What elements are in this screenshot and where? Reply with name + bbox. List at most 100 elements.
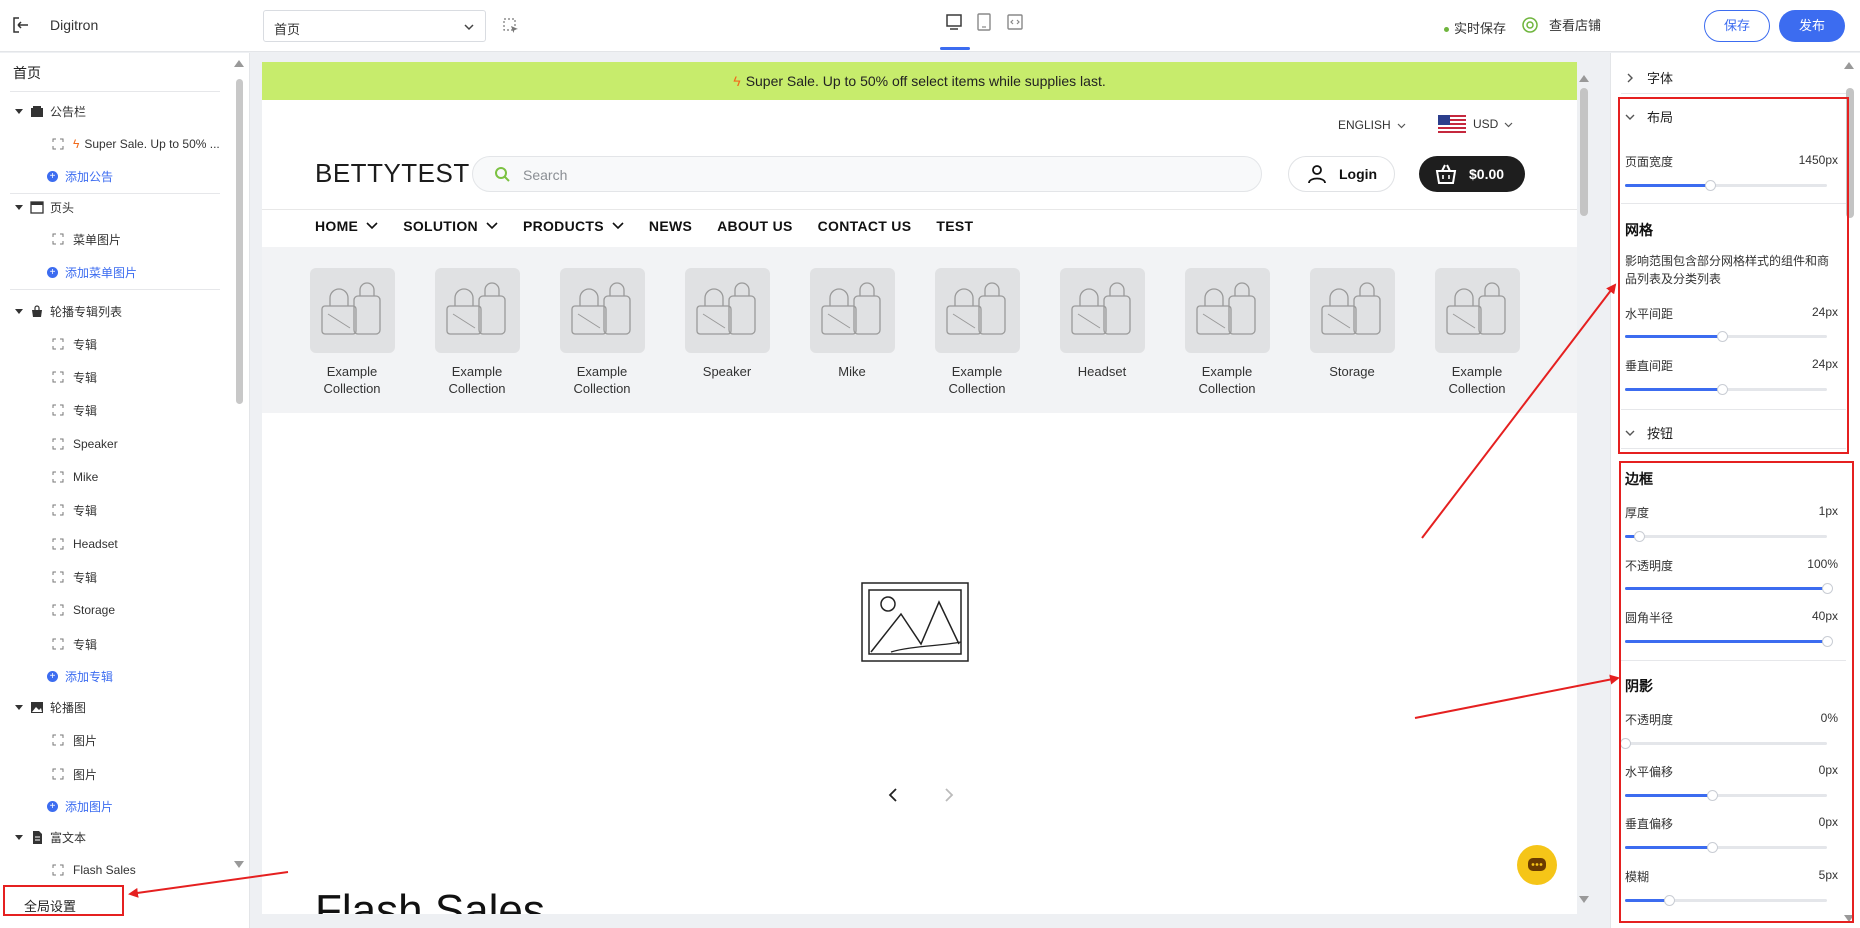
nav-item-solution[interactable]: SOLUTION <box>403 218 498 234</box>
canvas-scrollbar-thumb[interactable] <box>1580 88 1588 216</box>
carousel-prev-icon[interactable] <box>887 787 899 803</box>
tree-item-label: 专辑 <box>73 337 98 352</box>
chevron-down-icon <box>1504 122 1513 127</box>
store-logo[interactable]: BETTYTEST <box>315 158 470 189</box>
nav-item-test[interactable]: TEST <box>936 218 973 234</box>
scroll-down-arrow[interactable] <box>234 861 244 869</box>
nav-label: NEWS <box>648 218 693 234</box>
tree-item-collection[interactable]: Speaker <box>0 433 230 455</box>
collection-card[interactable]: Speaker <box>667 268 787 380</box>
block-icon <box>52 404 64 416</box>
global-settings-button[interactable]: 全局设置 <box>3 885 124 916</box>
collection-card[interactable]: Example Collection <box>292 268 412 397</box>
tree-item-collection[interactable]: 专辑 <box>0 499 230 521</box>
tree-item-image[interactable]: 图片 <box>0 729 230 751</box>
collection-card[interactable]: Example Collection <box>417 268 537 397</box>
save-button[interactable]: 保存 <box>1704 10 1770 42</box>
nav-item-about-us[interactable]: ABOUT US <box>717 218 793 234</box>
add-menu-image-button[interactable]: + 添加菜单图片 <box>0 261 230 283</box>
section-font[interactable]: 字体 <box>1625 68 1673 87</box>
chevron-down-icon <box>464 24 474 31</box>
language-selector[interactable]: ENGLISH <box>1338 118 1406 132</box>
tree-group-announcement[interactable]: 公告栏 <box>0 100 230 122</box>
nav-item-contact-us[interactable]: CONTACT US <box>818 218 912 234</box>
tree-group-header[interactable]: 页头 <box>0 196 230 218</box>
add-collection-button[interactable]: + 添加专辑 <box>0 665 230 687</box>
cart-total: $0.00 <box>1469 166 1505 182</box>
divider <box>10 289 220 290</box>
announcement-bar[interactable]: ϟ Super Sale. Up to 50% off select items … <box>262 62 1577 100</box>
collection-title: Collection <box>1448 381 1506 396</box>
add-announcement-button[interactable]: + 添加公告 <box>0 165 230 187</box>
collection-card[interactable]: Example Collection <box>542 268 662 397</box>
chat-widget-button[interactable] <box>1517 845 1557 885</box>
add-image-button[interactable]: + 添加图片 <box>0 795 230 817</box>
tablet-view-icon[interactable] <box>974 12 994 32</box>
tree-item-collection[interactable]: 专辑 <box>0 366 230 388</box>
tree-item-label: Super Sale. Up to 50% ... <box>84 137 220 151</box>
tree-item-image[interactable]: 图片 <box>0 763 230 785</box>
nav-item-products[interactable]: PRODUCTS <box>523 218 624 234</box>
tree-group-slideshow[interactable]: 轮播图 <box>0 696 230 718</box>
tree-item-collection[interactable]: Storage <box>0 599 230 621</box>
tree-item-collection[interactable]: Headset <box>0 533 230 555</box>
sidebar-scrollbar-thumb[interactable] <box>236 79 243 404</box>
header-icon <box>30 200 44 214</box>
scroll-down-arrow[interactable] <box>1579 896 1589 904</box>
collection-card[interactable]: Headset <box>1042 268 1162 380</box>
tree-item-collection[interactable]: 专辑 <box>0 399 230 421</box>
chevron-down-icon <box>612 222 624 230</box>
caret-down-icon <box>15 108 23 114</box>
scroll-up-arrow[interactable] <box>234 59 244 67</box>
tree-item-label: Storage <box>73 603 116 617</box>
currency-selector[interactable]: USD <box>1438 115 1513 133</box>
tree-item-collection[interactable]: 专辑 <box>0 333 230 355</box>
nav-item-home[interactable]: HOME <box>315 218 378 234</box>
tree-item-collection[interactable]: Mike <box>0 466 230 488</box>
collection-title: Collection <box>323 381 381 396</box>
cart-button[interactable]: $0.00 <box>1419 156 1525 192</box>
collection-card[interactable]: Example Collection <box>917 268 1037 397</box>
login-button[interactable]: Login <box>1288 156 1395 192</box>
tree-item-menu-image[interactable]: 菜单图片 <box>0 228 230 250</box>
publish-button[interactable]: 发布 <box>1779 10 1845 42</box>
block-icon <box>52 768 64 780</box>
tree-item-label: Mike <box>73 470 99 484</box>
collection-card[interactable]: Example Collection <box>1417 268 1537 397</box>
store-search-input[interactable]: Search <box>472 156 1262 192</box>
tree-item-collection[interactable]: 专辑 <box>0 633 230 655</box>
sidebar-item-home[interactable]: 首页 <box>13 63 41 83</box>
desktop-view-icon[interactable] <box>944 12 964 32</box>
tree-item-announcement[interactable]: ϟ Super Sale. Up to 50% ... <box>0 133 230 155</box>
collection-card[interactable]: Example Collection <box>1167 268 1287 397</box>
collection-title: Example <box>451 364 503 379</box>
page-select[interactable]: 首页 <box>263 10 486 42</box>
active-view-indicator <box>940 47 970 50</box>
nav-label: SOLUTION <box>403 218 478 234</box>
tree-item-flash-sales[interactable]: Flash Sales <box>0 859 230 881</box>
tree-group-rich-text[interactable]: 富文本 <box>0 826 230 848</box>
status-dot <box>1444 27 1449 33</box>
collection-title: Storage <box>1329 364 1375 379</box>
image-placeholder-icon[interactable] <box>861 582 969 662</box>
carousel-next-icon[interactable] <box>943 787 955 803</box>
tree-item-collection[interactable]: 专辑 <box>0 566 230 588</box>
tree-group-collection-carousel[interactable]: 轮播专辑列表 <box>0 300 230 322</box>
tree-group-label: 富文本 <box>50 830 87 845</box>
collection-card[interactable]: Storage <box>1292 268 1412 380</box>
exit-icon[interactable] <box>10 14 32 36</box>
scroll-up-arrow[interactable] <box>1579 74 1589 82</box>
nav-item-news[interactable]: NEWS <box>649 218 692 234</box>
view-store-link[interactable]: 查看店铺 <box>1521 15 1601 34</box>
scroll-up-arrow[interactable] <box>1844 61 1854 69</box>
collection-card[interactable]: Mike <box>792 268 912 380</box>
search-icon <box>495 167 510 182</box>
select-element-icon[interactable] <box>502 17 520 35</box>
block-icon <box>52 371 64 383</box>
caret-down-icon <box>15 834 23 840</box>
plus-icon: + <box>47 170 58 182</box>
bags-illustration-icon <box>820 282 881 335</box>
divider <box>10 91 220 92</box>
divider <box>262 209 1577 210</box>
code-view-icon[interactable] <box>1005 12 1025 32</box>
